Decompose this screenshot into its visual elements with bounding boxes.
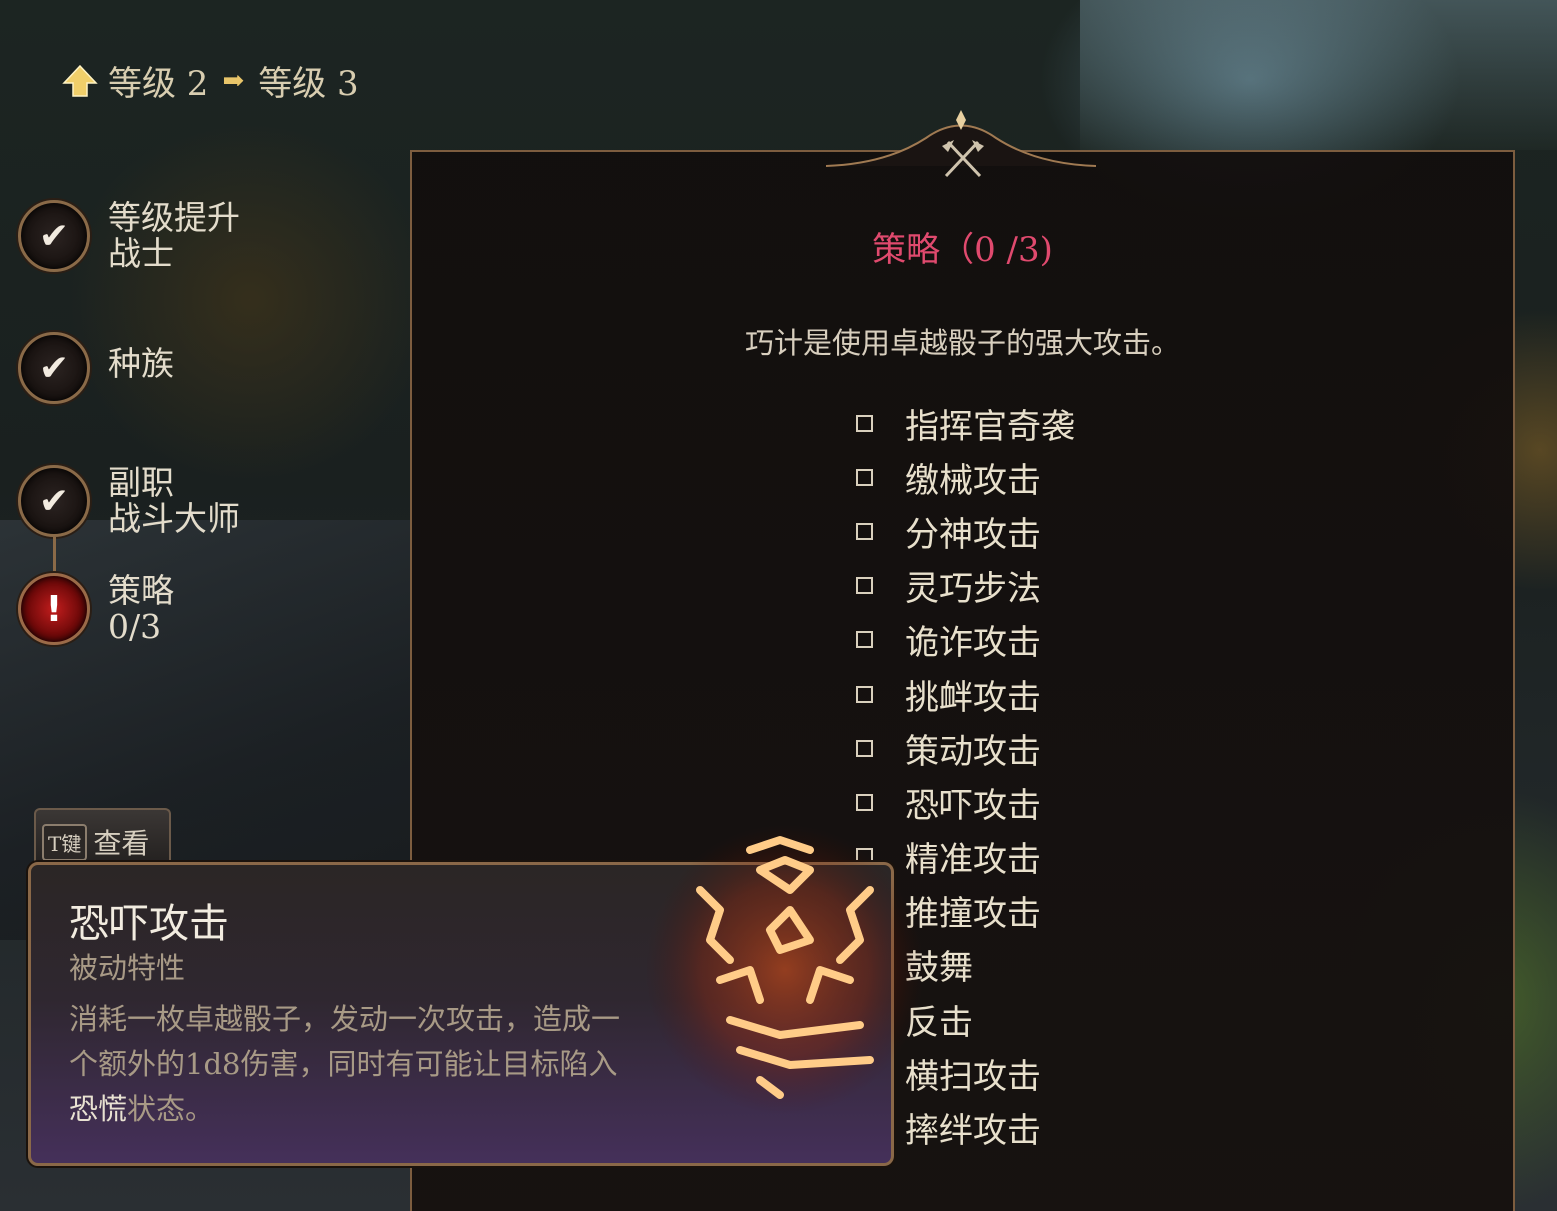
tooltip-description: 消耗一枚卓越骰子，发动一次攻击，造成一个额外的1d8伤害，同时有可能让目标陷入恐… bbox=[69, 997, 629, 1132]
step-race[interactable]: ✔ 种族 bbox=[18, 332, 174, 404]
rune-icon bbox=[645, 825, 925, 1115]
checkbox-icon[interactable] bbox=[856, 793, 873, 811]
step-class-label: 等级提升 战士 bbox=[108, 200, 240, 272]
panel-title: 策略（0 /3) bbox=[872, 230, 1053, 270]
step-maneuvers-count: 0/3 bbox=[108, 607, 162, 646]
checkmark-icon: ✔ bbox=[18, 465, 90, 537]
step-class-value: 战士 bbox=[108, 234, 174, 273]
checkbox-icon[interactable] bbox=[856, 685, 873, 703]
maneuver-label: 指挥官奇袭 bbox=[905, 406, 1075, 447]
step-maneuvers[interactable]: ! 策略 0/3 bbox=[18, 573, 174, 645]
tooltip-desc-end: 状态。 bbox=[127, 1092, 215, 1126]
tooltip-title: 恐吓攻击 bbox=[69, 901, 229, 947]
background-sky bbox=[1080, 0, 1557, 150]
maneuver-option[interactable]: 挑衅攻击 bbox=[856, 667, 1075, 721]
level-header: 等级 2 ➡ 等级 3 bbox=[62, 56, 359, 105]
checkmark-icon: ✔ bbox=[18, 332, 90, 404]
maneuver-label: 灵巧步法 bbox=[905, 569, 1041, 610]
tooltip-subtitle: 被动特性 bbox=[69, 951, 186, 985]
maneuver-label: 策动攻击 bbox=[905, 731, 1041, 772]
arrow-right-icon: ➡ bbox=[222, 65, 245, 96]
alert-icon: ! bbox=[18, 573, 90, 645]
step-subclass-title: 副职 bbox=[108, 463, 174, 502]
checkmark-icon: ✔ bbox=[18, 200, 90, 272]
maneuver-label: 挑衅攻击 bbox=[905, 677, 1041, 718]
step-subclass-label: 副职 战斗大师 bbox=[108, 465, 240, 537]
checkbox-icon[interactable] bbox=[856, 577, 873, 595]
maneuver-option[interactable]: 缴械攻击 bbox=[856, 450, 1075, 504]
maneuver-label: 缴械攻击 bbox=[905, 460, 1041, 501]
to-level: 等级 3 bbox=[258, 64, 359, 104]
checkbox-icon[interactable] bbox=[856, 522, 873, 540]
step-class[interactable]: ✔ 等级提升 战士 bbox=[18, 200, 240, 272]
t-key-badge: T键 bbox=[42, 823, 88, 861]
checkbox-icon[interactable] bbox=[856, 631, 873, 649]
maneuver-option[interactable]: 分神攻击 bbox=[856, 504, 1075, 558]
checkbox-icon[interactable] bbox=[856, 414, 873, 432]
maneuver-option[interactable]: 灵巧步法 bbox=[856, 559, 1075, 613]
step-subclass-value: 战斗大师 bbox=[108, 499, 240, 538]
maneuver-option[interactable]: 策动攻击 bbox=[856, 721, 1075, 775]
maneuver-label: 分神攻击 bbox=[905, 514, 1041, 555]
step-subclass[interactable]: ✔ 副职 战斗大师 bbox=[18, 465, 240, 537]
panel-description: 巧计是使用卓越骰子的强大攻击。 bbox=[744, 326, 1180, 360]
up-arrow-icon bbox=[62, 64, 98, 97]
step-race-label: 种族 bbox=[108, 346, 174, 382]
examine-tab[interactable]: T键 查看 bbox=[34, 808, 171, 866]
checkbox-icon[interactable] bbox=[856, 468, 873, 486]
maneuver-option[interactable]: 指挥官奇袭 bbox=[856, 396, 1075, 450]
step-class-title: 等级提升 bbox=[108, 198, 240, 237]
checkbox-icon[interactable] bbox=[856, 739, 873, 757]
step-maneuvers-title: 策略 bbox=[108, 571, 174, 610]
maneuver-option[interactable]: 诡诈攻击 bbox=[856, 613, 1075, 667]
from-level: 等级 2 bbox=[108, 64, 209, 104]
axe-crest-icon bbox=[942, 140, 984, 178]
examine-label: 查看 bbox=[93, 827, 150, 860]
step-maneuvers-label: 策略 0/3 bbox=[108, 573, 174, 645]
tooltip-desc-text: 消耗一枚卓越骰子，发动一次攻击，造成一个额外的1d8伤害，同时有可能让目标陷入 bbox=[69, 1002, 621, 1081]
step-race-title: 种族 bbox=[108, 344, 174, 383]
maneuver-label: 诡诈攻击 bbox=[905, 623, 1041, 664]
tooltip-keyword-frightened: 恐慌 bbox=[69, 1092, 128, 1126]
